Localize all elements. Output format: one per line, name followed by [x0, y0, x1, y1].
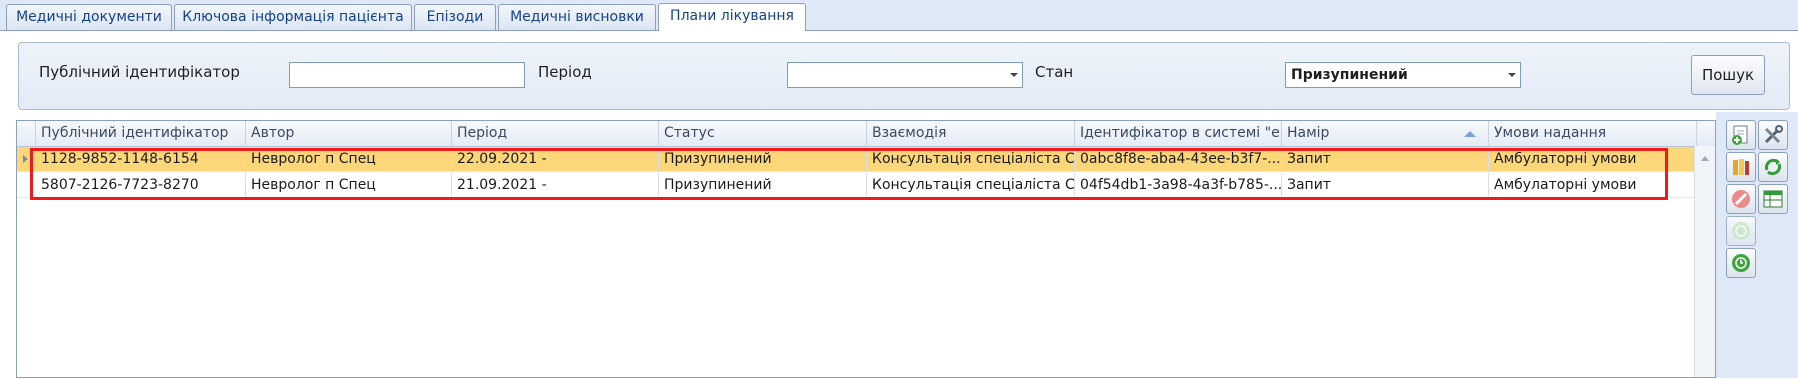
cell-ehealth-id[interactable]: 04f54db1-3a98-4a3f-b785-...	[1075, 173, 1282, 198]
refresh-icon	[1765, 158, 1781, 176]
tab-medical-conclusions[interactable]: Медичні висновки	[498, 4, 656, 30]
table-row[interactable]: 1128-9852-1148-6154 Невролог п Спец 22.0…	[17, 147, 1697, 172]
public-id-input[interactable]	[289, 62, 525, 88]
books-icon	[1733, 159, 1749, 175]
period-label: Період	[538, 63, 592, 81]
public-id-label: Публічний ідентифікатор	[39, 63, 240, 81]
search-button[interactable]: Пошук	[1691, 55, 1765, 95]
tab-key-patient-info[interactable]: Ключова інформація пацієнта	[174, 4, 412, 30]
tab-bar: Медичні документи Ключова інформація пац…	[0, 0, 1798, 31]
clock-disabled-button[interactable]	[1726, 216, 1756, 246]
cell-period[interactable]: 21.09.2021 -	[452, 173, 659, 198]
state-label: Стан	[1035, 63, 1074, 81]
chevron-down-icon[interactable]	[1010, 73, 1018, 77]
cell-author[interactable]: Невролог п Спец	[246, 173, 452, 198]
table-button[interactable]	[1758, 184, 1788, 214]
row-indicator-icon	[17, 147, 34, 172]
tools-button[interactable]	[1758, 120, 1788, 150]
state-combo-value: Призупинений	[1291, 67, 1408, 83]
cell-status[interactable]: Призупинений	[659, 173, 867, 198]
treatment-plans-grid: Публічний ідентифікатор Автор Період Ста…	[16, 120, 1716, 378]
row-indicator-header	[17, 121, 36, 146]
state-combo[interactable]: Призупинений	[1285, 62, 1521, 88]
cell-public-id[interactable]: 1128-9852-1148-6154	[36, 147, 246, 172]
column-header-author[interactable]: Автор	[246, 121, 452, 146]
clock-icon	[1732, 254, 1750, 272]
refresh-button[interactable]	[1758, 152, 1788, 182]
cell-conditions[interactable]: Амбулаторні умови	[1489, 147, 1697, 172]
table-icon	[1763, 190, 1783, 208]
sort-ascending-icon	[1464, 131, 1476, 137]
side-toolbar	[1716, 112, 1798, 378]
column-header-conditions[interactable]: Умови надання	[1489, 121, 1697, 146]
column-header-public-id[interactable]: Публічний ідентифікатор	[36, 121, 246, 146]
tools-icon	[1764, 125, 1783, 144]
cancel-icon	[1732, 190, 1750, 208]
clock-button[interactable]	[1726, 248, 1756, 278]
column-header-ehealth-id[interactable]: Ідентифікатор в системі "eHe	[1075, 121, 1282, 146]
grid-vertical-scrollbar[interactable]	[1694, 146, 1715, 377]
period-combo[interactable]	[787, 62, 1023, 88]
column-header-interaction[interactable]: Взаємодія	[867, 121, 1075, 146]
books-button[interactable]	[1726, 152, 1756, 182]
cell-intent[interactable]: Запит	[1282, 173, 1489, 198]
cell-period[interactable]: 22.09.2021 -	[452, 147, 659, 172]
chevron-down-icon[interactable]	[1508, 73, 1516, 77]
table-row[interactable]: 5807-2126-7723-8270 Невролог п Спец 21.0…	[17, 173, 1697, 198]
cell-conditions[interactable]: Амбулаторні умови	[1489, 173, 1697, 198]
column-header-intent[interactable]: Намір	[1282, 121, 1489, 146]
column-header-intent-label: Намір	[1287, 125, 1330, 141]
cancel-button[interactable]	[1726, 184, 1756, 214]
cell-author[interactable]: Невролог п Спец	[246, 147, 452, 172]
cell-interaction[interactable]: Консультація спеціаліста С...	[867, 147, 1075, 172]
tab-treatment-plans[interactable]: Плани лікування	[658, 3, 806, 31]
clock-disabled-icon	[1732, 222, 1750, 240]
new-document-icon	[1732, 125, 1748, 145]
column-header-period[interactable]: Період	[452, 121, 659, 146]
grid-header: Публічний ідентифікатор Автор Період Ста…	[17, 121, 1715, 147]
new-document-button[interactable]	[1726, 120, 1756, 150]
cell-status[interactable]: Призупинений	[659, 147, 867, 172]
row-indicator	[17, 173, 34, 198]
scroll-up-icon[interactable]	[1701, 156, 1709, 161]
tab-episodes[interactable]: Епізоди	[414, 4, 496, 30]
cell-ehealth-id[interactable]: 0abc8f8e-aba4-43ee-b3f7-...	[1075, 147, 1282, 172]
cell-public-id[interactable]: 5807-2126-7723-8270	[36, 173, 246, 198]
cell-interaction[interactable]: Консультація спеціаліста С...	[867, 173, 1075, 198]
cell-intent[interactable]: Запит	[1282, 147, 1489, 172]
column-header-status[interactable]: Статус	[659, 121, 867, 146]
tab-medical-documents[interactable]: Медичні документи	[6, 4, 172, 30]
filter-panel: Публічний ідентифікатор Період Стан Приз…	[18, 42, 1790, 110]
